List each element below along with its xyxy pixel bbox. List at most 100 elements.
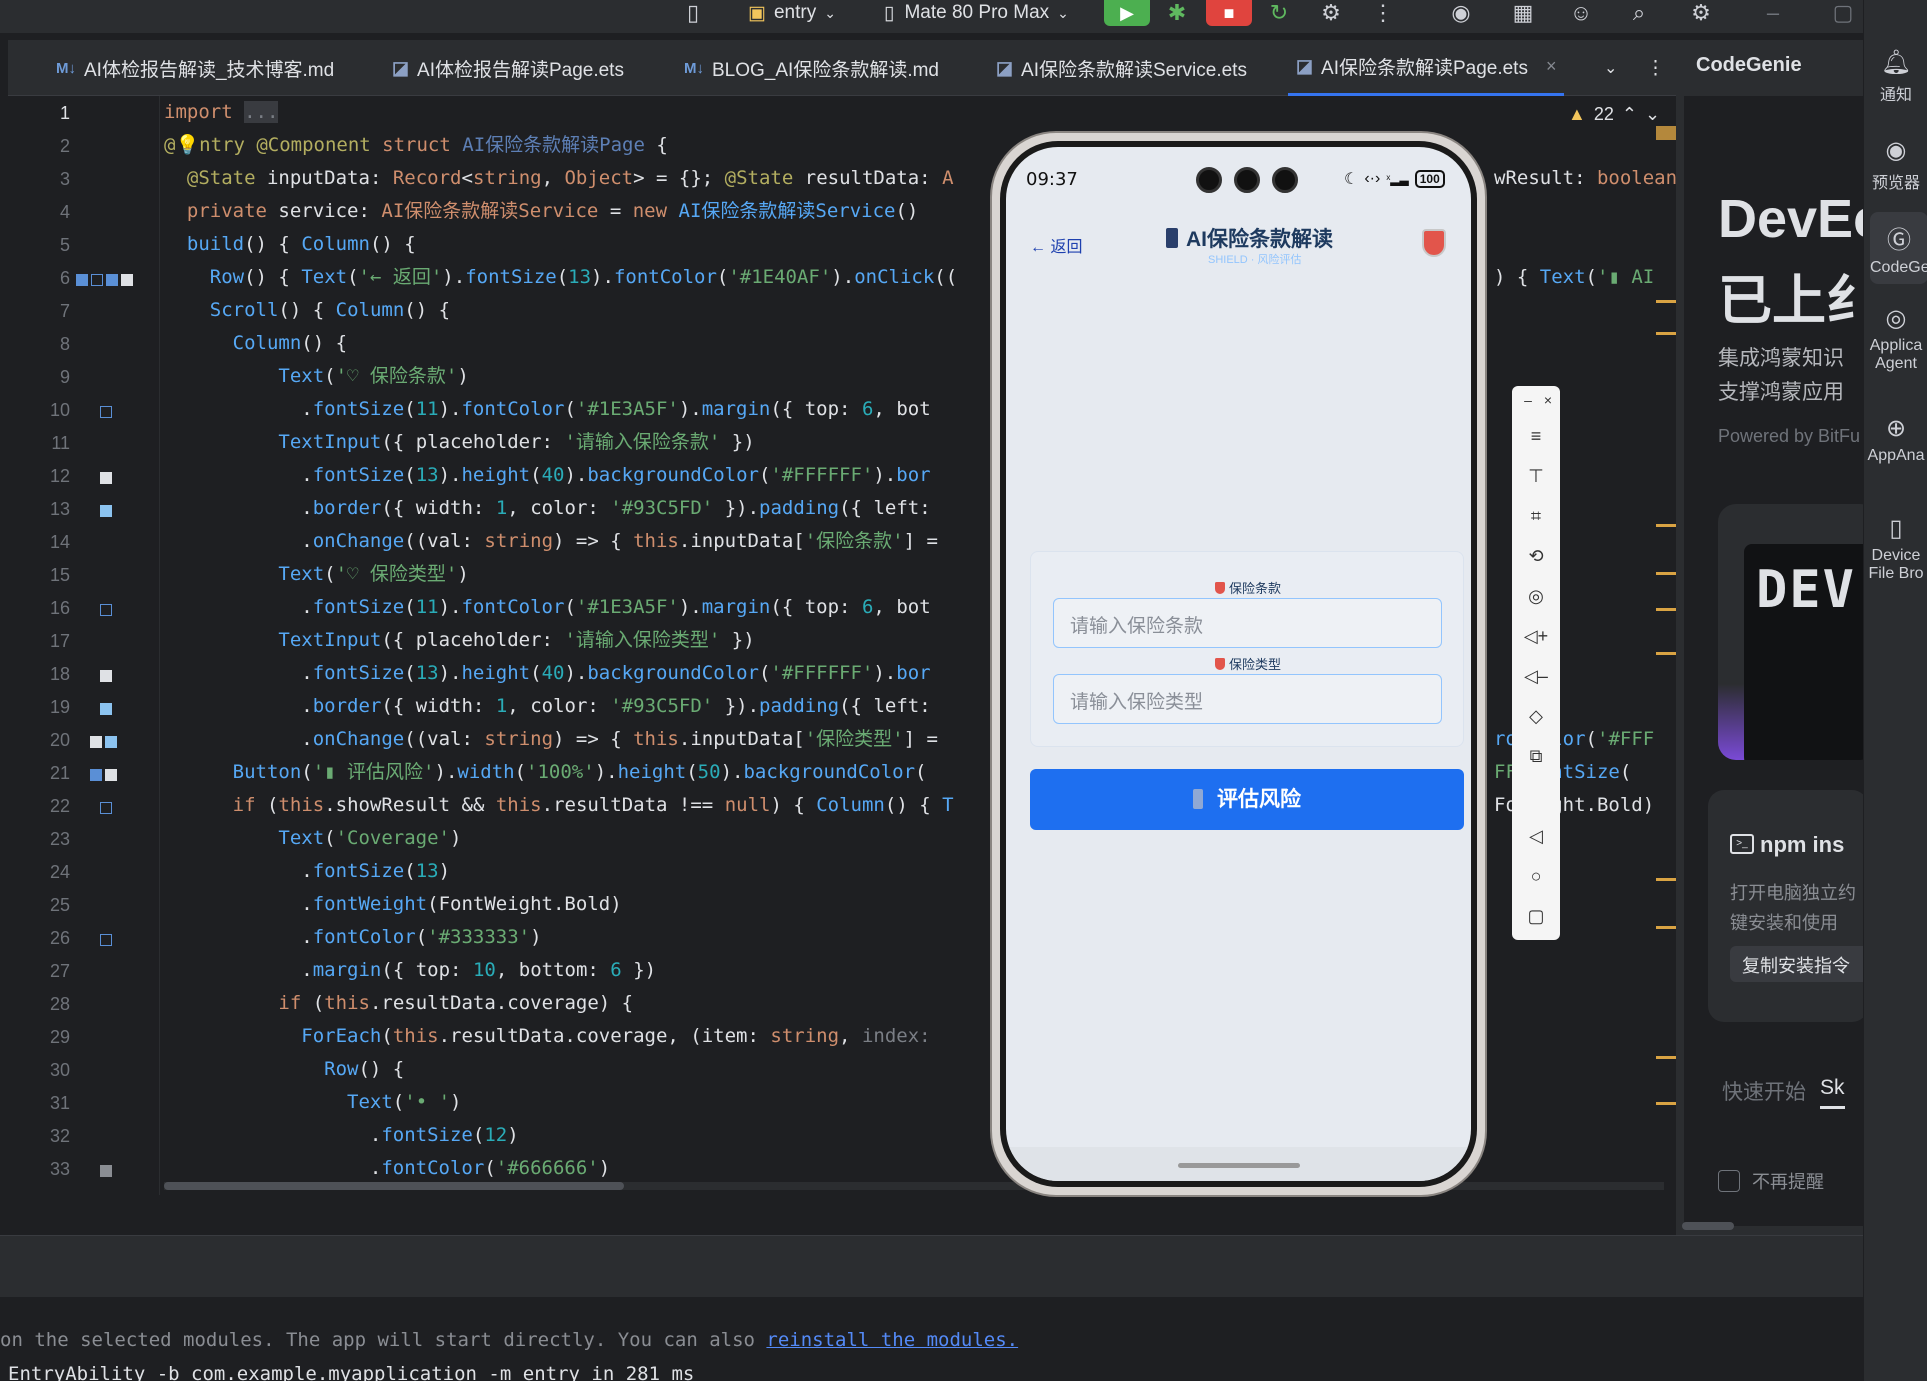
color-preview-mark: [100, 505, 112, 517]
minimize-icon[interactable]: –: [1756, 0, 1790, 26]
tab-options-icon[interactable]: ⋮: [1646, 40, 1665, 96]
settings-icon[interactable]: ⚙: [1684, 0, 1718, 26]
previewer-button[interactable]: ◉ 预览器: [1864, 136, 1927, 193]
rotate-icon[interactable]: ⟲: [1512, 546, 1560, 567]
stop-button[interactable]: ■: [1206, 0, 1252, 26]
ets-file-icon: ◪: [1296, 56, 1314, 76]
code-line: Text('• '): [347, 1091, 462, 1113]
profiler-icon[interactable]: ▦: [1506, 0, 1540, 26]
module-selector[interactable]: ▣ entry ⌄: [748, 0, 836, 26]
tab-ai-health-blog[interactable]: M↓ AI体检报告解读_技术博客.md: [56, 40, 334, 96]
run-button[interactable]: ▶: [1104, 0, 1150, 26]
code-line: build() { Column() {: [186, 233, 416, 255]
insurance-terms-input[interactable]: 请输入保险条款: [1053, 598, 1442, 648]
pin-top-icon[interactable]: ⊤: [1512, 466, 1560, 487]
tab-quickstart[interactable]: 快速开始: [1722, 1076, 1806, 1106]
nav-home-icon[interactable]: ○: [1512, 866, 1560, 887]
headline: DevEc: [1718, 189, 1863, 249]
volume-down-icon[interactable]: ◁–: [1512, 666, 1560, 687]
code-line: .onChange((val: string) => { this.inputD…: [301, 530, 938, 552]
tab-insurance-service[interactable]: ◪ AI保险条款解读Service.ets: [996, 40, 1247, 96]
line-number: 28: [49, 994, 70, 1014]
chevron-down-icon: ⌄: [1604, 60, 1618, 77]
menu-icon[interactable]: ≡: [1512, 426, 1560, 447]
evaluate-risk-button[interactable]: 评估风险: [1030, 769, 1464, 830]
code-line: .fontSize(11).fontColor('#1E3A5F').margi…: [301, 398, 931, 420]
line-number: 2: [59, 136, 70, 156]
markdown-icon: M↓: [56, 59, 76, 77]
code-line: .border({ width: 1, color: '#93C5FD' }).…: [301, 497, 931, 519]
home-indicator[interactable]: [1178, 1163, 1300, 1168]
promo-card[interactable]: DEV: [1718, 504, 1863, 760]
tab-list-dropdown[interactable]: ⌄: [1604, 40, 1617, 96]
nfc-icon: ‹·›: [1364, 170, 1381, 187]
camera-icon: [1196, 167, 1222, 193]
code-line: Row() { Text('← 返回').fontSize(13).fontCo…: [209, 266, 958, 288]
app-subtitle: SHIELD · 风险评估: [1208, 254, 1302, 266]
card-gradient: [1718, 684, 1744, 760]
tab-ai-health-page[interactable]: ◪ AI体检报告解读Page.ets: [392, 40, 624, 96]
reinstall-link[interactable]: reinstall the modules.: [766, 1329, 1018, 1351]
tab-skills[interactable]: Sk: [1820, 1076, 1845, 1109]
console-line: on the selected modules. The app will st…: [0, 1329, 1019, 1351]
code-line: .fontSize(13).height(40).backgroundColor…: [301, 464, 931, 486]
tab-label: AI保险条款解读Service.ets: [1021, 59, 1247, 81]
npm-card: >_ npm ins 打开电脑独立约 键安装和使用 复制安装指令: [1708, 790, 1863, 1022]
fold-icon[interactable]: ◇: [1512, 706, 1560, 727]
attach-debugger-icon[interactable]: ⚙: [1314, 0, 1348, 26]
form-card: 保险条款 请输入保险条款 保险类型 请输入保险类型: [1030, 551, 1464, 747]
phone-icon: ▯: [884, 2, 895, 24]
tab-blog-insurance[interactable]: M↓ BLOG_AI保险条款解读.md: [684, 40, 939, 96]
phone-screen[interactable]: 09:37 ☾ ‹·› ˣ▂▃ 100 ← 返回 AI保险条款解读 SHIELD…: [1006, 147, 1471, 1181]
codegenie-icon[interactable]: ◉: [1444, 0, 1478, 26]
scroll-marker: [1656, 332, 1676, 335]
screenshot-icon[interactable]: ◎: [1512, 586, 1560, 607]
right-tool-strip: 🔔︎ 通知 ◉ 预览器 Ⓖ CodeGe ◎ Applica Agent ⊕ AppAna …: [1863, 0, 1927, 1381]
inspection-widget[interactable]: ▲ 22 ⌃ ⌄: [1568, 104, 1660, 125]
debug-icon[interactable]: ✱: [1160, 0, 1194, 26]
close-tab-icon[interactable]: ×: [1546, 56, 1557, 77]
dont-remind-checkbox[interactable]: 不再提醒: [1718, 1168, 1824, 1194]
crop-icon[interactable]: ⌗: [1512, 506, 1560, 527]
maximize-icon[interactable]: ▢: [1826, 0, 1860, 26]
line-number: 7: [59, 301, 70, 321]
scrollbar-thumb[interactable]: [164, 1182, 624, 1190]
device-file-browser-button[interactable]: ▯ Device File Bro: [1864, 514, 1927, 583]
chevron-up-icon[interactable]: ⌃: [1622, 104, 1637, 125]
appanalyzer-button[interactable]: ⊕ AppAna: [1864, 414, 1927, 465]
device-selector[interactable]: ▯ Mate 80 Pro Max ⌄: [884, 0, 1069, 26]
shield-icon: [1422, 229, 1446, 257]
application-agent-button[interactable]: ◎ Applica Agent: [1864, 304, 1927, 373]
insurance-type-input[interactable]: 请输入保险类型: [1053, 674, 1442, 724]
nav-recent-icon[interactable]: ▢: [1512, 906, 1560, 927]
main-toolbar: ▯ ▣ entry ⌄ ▯ Mate 80 Pro Max ⌄ ▶ ✱ ■ ↻ …: [0, 0, 1863, 34]
search-icon[interactable]: ⌕: [1622, 0, 1656, 26]
code-line: .fontSize(12): [369, 1124, 519, 1146]
chevron-down-icon[interactable]: ⌄: [1645, 104, 1660, 125]
panel-scrollbar[interactable]: [1682, 1222, 1734, 1230]
app-title: AI保险条款解读: [1166, 223, 1333, 253]
tab-insurance-page[interactable]: ◪ AI保险条款解读Page.ets ×: [1288, 40, 1565, 96]
copy-install-button[interactable]: 复制安装指令: [1730, 946, 1863, 982]
checkbox[interactable]: [1718, 1170, 1740, 1192]
eye-icon: ◉: [1885, 137, 1907, 164]
multi-window-icon[interactable]: ⧉: [1512, 746, 1560, 767]
nav-back-icon[interactable]: ◁: [1512, 826, 1560, 847]
account-icon[interactable]: ☺: [1564, 0, 1598, 26]
volume-up-icon[interactable]: ◁+: [1512, 626, 1560, 647]
close-icon[interactable]: ×: [1524, 392, 1572, 408]
code-line: .fontSize(13): [301, 860, 451, 882]
line-number: 22: [49, 796, 70, 816]
more-actions-icon[interactable]: ⋮: [1366, 0, 1400, 26]
line-number: 21: [49, 763, 70, 783]
device-manager-icon[interactable]: ▯: [676, 0, 710, 26]
codegenie-button[interactable]: Ⓖ CodeGe: [1870, 212, 1927, 284]
back-button[interactable]: ← 返回: [1030, 233, 1082, 257]
apply-changes-icon[interactable]: ↻: [1262, 0, 1296, 26]
color-preview-mark: [100, 703, 112, 715]
field-label: 保险条款: [1031, 578, 1465, 597]
scroll-marker: [1656, 126, 1676, 140]
code-line: .fontColor('#333333'): [301, 926, 542, 948]
line-number: 24: [49, 862, 70, 882]
notifications-button[interactable]: 🔔︎ 通知: [1864, 48, 1927, 105]
